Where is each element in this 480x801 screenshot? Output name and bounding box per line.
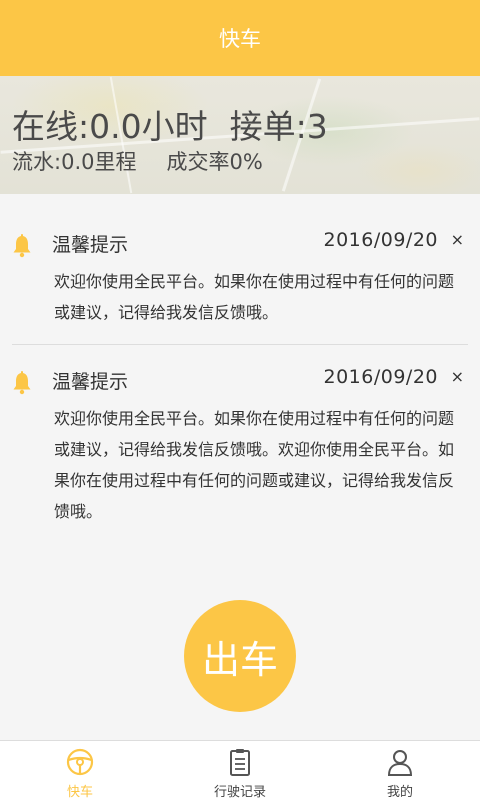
notice-list: 温馨提示 2016/09/20 × 欢迎你使用全民平台。如果你在使用过程中有任何… [0, 208, 480, 543]
tab-express[interactable]: 快车 [0, 741, 160, 801]
flow-label: 流水: [12, 150, 62, 174]
tab-mine[interactable]: 我的 [320, 741, 480, 801]
page-title: 快车 [219, 27, 261, 51]
deal-rate-label: 成交率 [166, 150, 230, 174]
steering-wheel-icon [66, 748, 94, 776]
stats-secondary: 流水:0.0里程 成交率0% [12, 146, 263, 176]
orders-label: 接单: [229, 107, 307, 146]
user-icon [387, 750, 413, 776]
tab-trip-records-label: 行驶记录 [213, 785, 266, 800]
depart-button-label: 出车 [201, 637, 278, 682]
flow-unit: 里程 [94, 150, 137, 174]
clipboard-icon [230, 749, 250, 776]
close-icon[interactable]: × [451, 230, 464, 249]
orders-value: 3 [306, 107, 328, 146]
tab-trip-records[interactable]: 行驶记录 [160, 741, 320, 801]
notice-date: 2016/09/20 [323, 366, 438, 388]
notice-body: 欢迎你使用全民平台。如果你在使用过程中有任何的问题或建议，记得给我发信反馈哦。欢… [54, 409, 455, 521]
close-icon[interactable]: × [451, 367, 464, 386]
notice-title: 温馨提示 [52, 371, 129, 393]
bell-icon [13, 234, 31, 258]
flow-value: 0.0 [61, 150, 95, 174]
bottom-tab-bar: 快车 行驶记录 我的 [0, 740, 480, 801]
notice-title: 温馨提示 [52, 234, 129, 256]
notice-item: 温馨提示 2016/09/20 × 欢迎你使用全民平台。如果你在使用过程中有任何… [12, 208, 468, 344]
notice-item: 温馨提示 2016/09/20 × 欢迎你使用全民平台。如果你在使用过程中有任何… [12, 344, 468, 543]
app-header: 快车 [0, 0, 480, 76]
depart-button[interactable]: 出车 [184, 600, 296, 712]
bell-icon [13, 371, 31, 395]
tab-express-label: 快车 [66, 785, 93, 800]
stats-primary: 在线:0.0小时 接单:3 [12, 100, 328, 148]
online-unit: 小时 [141, 107, 208, 146]
deal-rate-value: 0% [229, 150, 263, 174]
notice-body: 欢迎你使用全民平台。如果你在使用过程中有任何的问题或建议，记得给我发信反馈哦。 [54, 272, 455, 322]
stats-banner: 在线:0.0小时 接单:3 流水:0.0里程 成交率0% [0, 76, 480, 194]
notice-date: 2016/09/20 [323, 229, 438, 251]
tab-mine-label: 我的 [386, 785, 413, 800]
online-value: 0.0 [89, 107, 142, 146]
online-label: 在线: [12, 107, 90, 146]
